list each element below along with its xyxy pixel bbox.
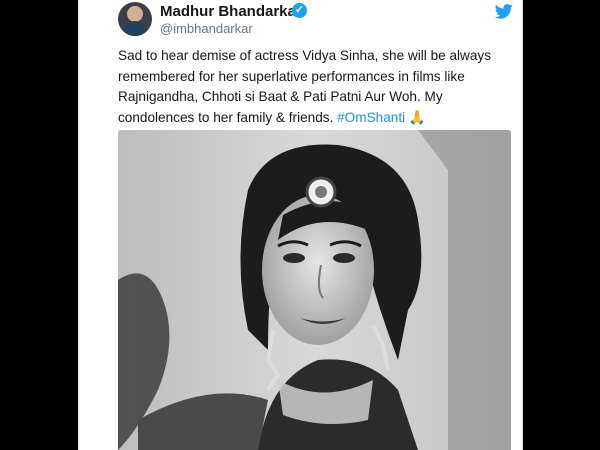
card-border-left: [78, 0, 79, 450]
author-avatar[interactable]: [118, 2, 152, 36]
tweet-photo[interactable]: [118, 130, 511, 450]
author-name[interactable]: Madhur Bhandarkar: [160, 3, 302, 20]
hashtag-link[interactable]: #OmShanti: [337, 110, 405, 125]
author-handle[interactable]: @imbhandarkar: [160, 21, 253, 36]
twitter-bird-icon[interactable]: [495, 4, 513, 19]
folded-hands-icon: 🙏: [408, 109, 426, 125]
card-border-right: [522, 0, 523, 450]
tweet-text: Sad to hear demise of actress Vidya Sinh…: [118, 46, 518, 128]
tweet-card: Madhur Bhandarkar ✓ @imbhandarkar Sad to…: [78, 0, 523, 450]
photo-image: [118, 130, 511, 450]
verified-badge-icon: ✓: [292, 3, 307, 18]
tweet-body: Sad to hear demise of actress Vidya Sinh…: [118, 48, 492, 125]
